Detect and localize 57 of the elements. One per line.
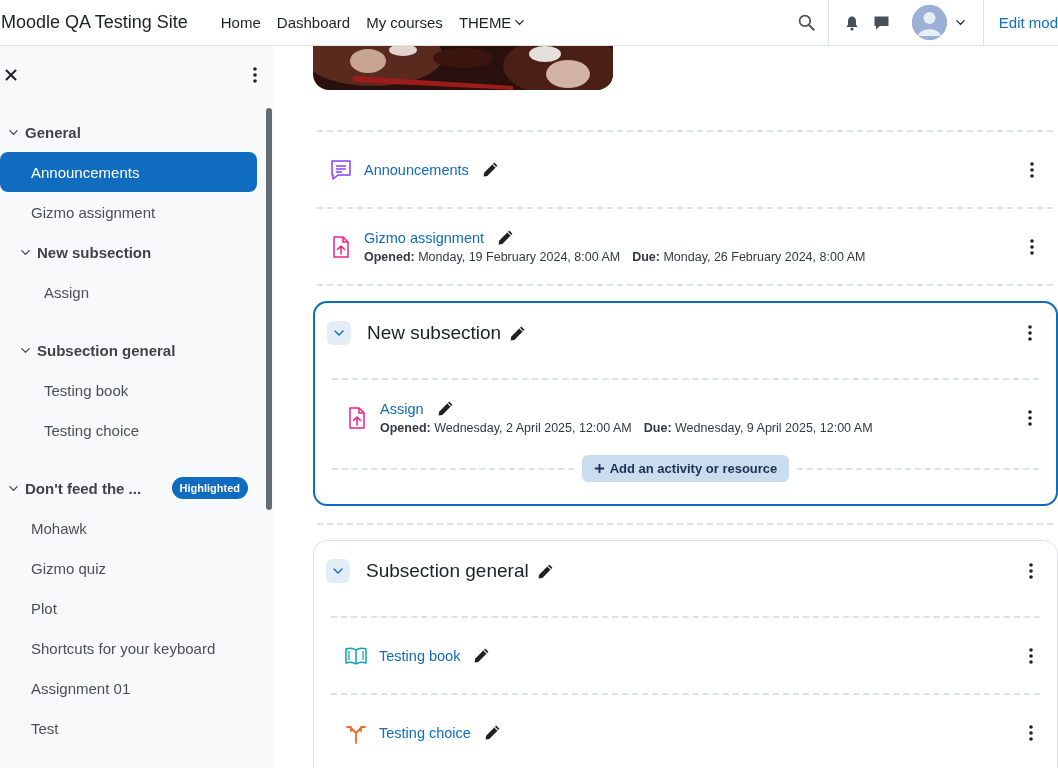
more-menu-icon[interactable] <box>1029 563 1033 579</box>
more-menu-icon[interactable] <box>253 67 257 83</box>
activity-link[interactable]: Announcements <box>364 161 469 178</box>
course-index-item[interactable]: Plot <box>0 588 257 628</box>
activity-date: Opened: Monday, 19 February 2024, 8:00 AM <box>364 250 621 264</box>
course-index-item[interactable]: Assign <box>0 272 257 312</box>
activity-date: Opened: Wednesday, 2 April 2025, 12:00 AM <box>380 421 632 435</box>
nav-link[interactable]: Dashboard <box>276 14 351 31</box>
pencil-icon[interactable] <box>497 229 515 246</box>
highlighted-badge: Highlighted <box>171 477 248 499</box>
pencil-icon[interactable] <box>483 724 501 741</box>
more-menu-icon[interactable] <box>1028 409 1032 426</box>
activity-link[interactable]: Gizmo assignment <box>364 229 485 246</box>
course-index-item[interactable]: Shortcuts for your keyboard <box>0 628 257 668</box>
subsection-title: Subsection general <box>366 560 529 582</box>
speech-bubble-icon <box>329 157 353 182</box>
nav-link[interactable]: Home <box>220 14 261 31</box>
course-index-item[interactable]: Gizmo assignment <box>0 192 257 232</box>
course-index-item[interactable]: Testing choice <box>0 410 257 450</box>
subsection-title: New subsection <box>367 322 502 344</box>
more-menu-icon[interactable] <box>1030 161 1034 178</box>
search-icon[interactable] <box>797 14 815 31</box>
course-index-item[interactable]: Testing book <box>0 370 257 410</box>
activity-link[interactable]: Assign <box>380 400 424 417</box>
subsection-title[interactable]: Subsection general <box>37 341 176 359</box>
scrollbar-thumb[interactable] <box>266 108 272 510</box>
activity-link[interactable]: Testing book <box>379 647 461 664</box>
section-title[interactable]: General <box>25 123 81 141</box>
more-menu-icon[interactable] <box>1030 238 1034 255</box>
more-menu-icon[interactable] <box>1028 325 1032 341</box>
add-activity-button[interactable]: Add an activity or resource <box>581 455 790 482</box>
course-index-item[interactable]: Test <box>0 708 257 748</box>
caret-icon <box>514 17 526 28</box>
more-menu-icon[interactable] <box>1029 724 1033 741</box>
more-menu-icon[interactable] <box>1029 647 1033 664</box>
pencil-icon[interactable] <box>536 562 554 580</box>
theme-menu[interactable]: THEME <box>458 14 526 31</box>
pencil-icon[interactable] <box>481 161 499 178</box>
activity-date: Due: Monday, 26 February 2024, 8:00 AM <box>632 250 866 264</box>
course-index-item[interactable]: Gizmo quiz <box>0 548 257 588</box>
edit-mode-link[interactable]: Edit mod <box>998 14 1058 31</box>
course-index-item[interactable]: Announcements <box>0 152 257 192</box>
close-icon[interactable] <box>5 69 17 81</box>
course-index-item[interactable]: Mohawk <box>0 508 257 548</box>
chat-icon[interactable] <box>872 14 890 31</box>
activity-date: Due: Wednesday, 9 April 2025, 12:00 AM <box>643 421 873 435</box>
section-title[interactable]: Don't feed the ... <box>25 479 142 497</box>
pencil-icon[interactable] <box>509 324 527 342</box>
nav-link[interactable]: My courses <box>366 14 443 31</box>
caret-icon[interactable] <box>954 17 966 28</box>
activity-link[interactable]: Testing choice <box>379 724 471 741</box>
course-index-item[interactable]: Assignment 01 <box>0 668 257 708</box>
pencil-icon[interactable] <box>473 647 491 664</box>
site-name[interactable]: Moodle QA Testing Site <box>1 12 188 33</box>
plus-icon <box>593 463 605 474</box>
pencil-icon[interactable] <box>436 400 454 417</box>
subsection-title[interactable]: New subsection <box>37 243 152 261</box>
